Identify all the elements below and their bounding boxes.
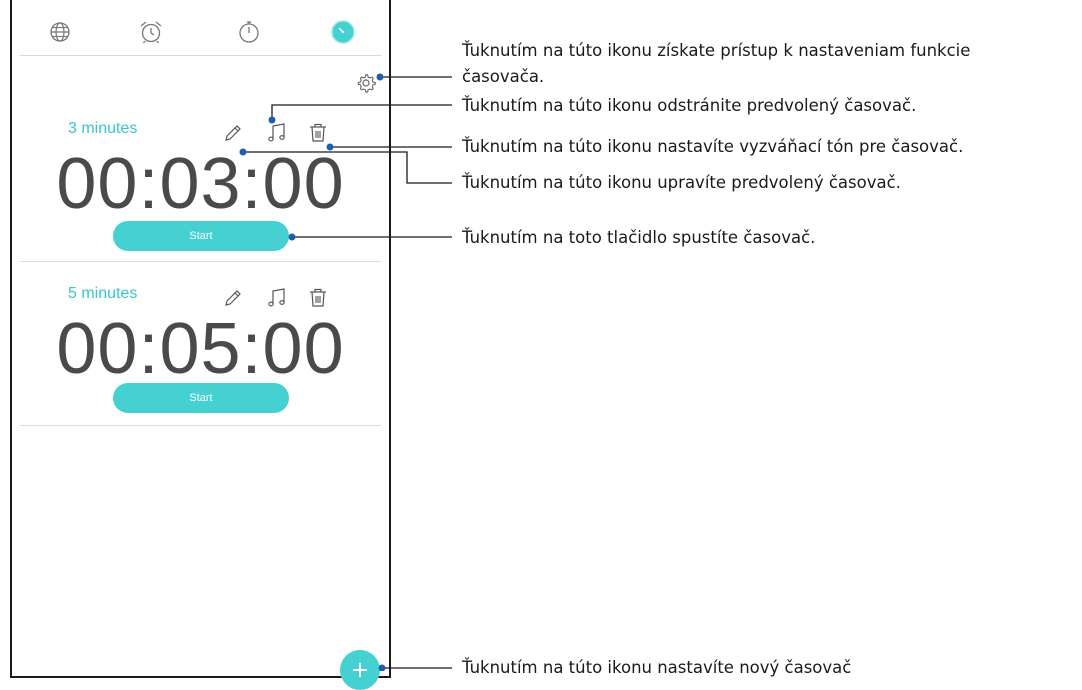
callout-settings-line1: Ťuknutím na túto ikonu získate prístup k… xyxy=(462,41,971,60)
callout-dot-settings xyxy=(376,73,384,81)
callout-start: Ťuknutím na toto tlačidlo spustíte časov… xyxy=(462,228,816,247)
callout-line-edit xyxy=(243,151,452,184)
callout-dot-ringtone xyxy=(326,143,334,151)
callout-dot-add xyxy=(378,664,386,671)
callout-dot-delete xyxy=(268,116,276,124)
callout-delete: Ťuknutím na túto ikonu odstránite predvo… xyxy=(462,96,917,115)
callout-settings-line2: časovača. xyxy=(462,67,545,86)
callout-line-delete xyxy=(271,104,452,120)
callout-add: Ťuknutím na túto ikonu nastavíte nový ča… xyxy=(462,658,852,677)
callout-ringtone: Ťuknutím na túto ikonu nastavíte vyzváňa… xyxy=(462,137,964,156)
callout-dot-start xyxy=(288,233,296,241)
callout-edit: Ťuknutím na túto ikonu upravíte predvole… xyxy=(462,173,901,192)
callout-dot-edit xyxy=(239,148,247,156)
